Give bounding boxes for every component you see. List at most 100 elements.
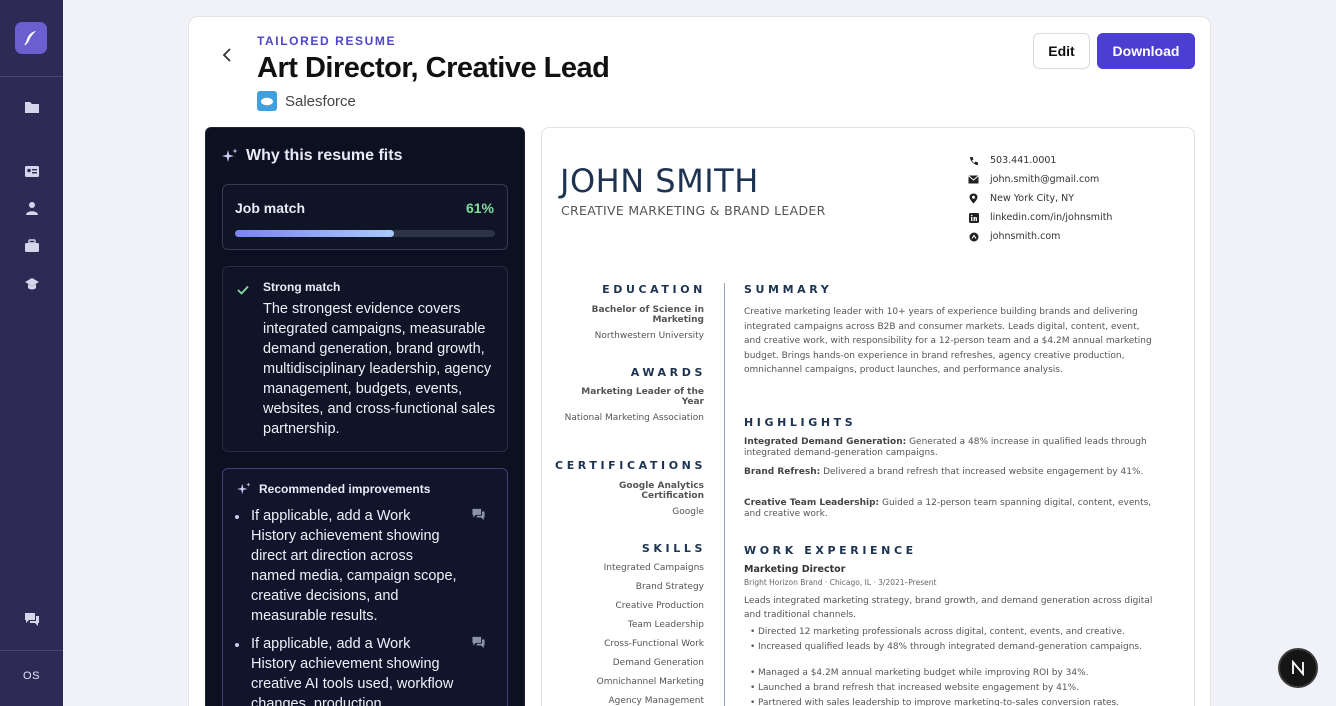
feedback-icon[interactable] <box>471 508 486 521</box>
job-summary: Leads integrated marketing strategy, bra… <box>744 596 1153 620</box>
contact-linkedin: linkedin.com/in/johnsmith <box>968 212 1112 223</box>
certification: Google Analytics Certification <box>619 481 704 501</box>
page-eyebrow: TAILORED RESUME <box>257 34 397 48</box>
column-divider <box>724 283 725 706</box>
summary-heading: SUMMARY <box>744 283 833 296</box>
job-bullet: Partnered with sales leadership to impro… <box>750 698 1154 706</box>
highlight-item: Brand Refresh: Delivered a brand refresh… <box>744 467 1154 478</box>
phone-text: 503.441.0001 <box>990 155 1057 166</box>
award: Marketing Leader of the Year <box>581 387 704 407</box>
highlight-label: Brand Refresh: <box>744 467 821 477</box>
job-bullet: Launched a brand refresh that increased … <box>750 683 1154 694</box>
quill-icon <box>24 31 36 46</box>
fit-title-text: Why this resume fits <box>246 147 403 164</box>
skill-item: Demand Generation <box>612 658 704 668</box>
website-text: johnsmith.com <box>990 231 1061 242</box>
strong-match-card: Strong match The strongest evidence cove… <box>222 266 508 452</box>
sidebar-divider <box>0 76 63 77</box>
sparkles-icon <box>222 148 238 162</box>
job-bullet: Managed a $4.2M annual marketing budget … <box>750 668 1154 679</box>
location-text: New York City, NY <box>990 193 1075 204</box>
mail-icon <box>968 174 979 185</box>
highlight-label: Integrated Demand Generation: <box>744 437 907 447</box>
job-bullet: Directed 12 marketing professionals acro… <box>750 627 1154 638</box>
feedback-icon[interactable] <box>471 636 486 649</box>
education-heading: EDUCATION <box>602 283 706 296</box>
contact-phone: 503.441.0001 <box>968 155 1056 166</box>
back-button[interactable] <box>216 44 238 66</box>
map-pin-icon <box>968 193 979 204</box>
salesforce-logo-icon <box>257 91 277 111</box>
school: Northwestern University <box>594 331 704 341</box>
summary-text: Creative marketing leader with 10+ years… <box>744 307 1152 375</box>
job-title: Marketing Director <box>744 564 846 575</box>
page-title: Art Director, Creative Lead <box>257 52 610 84</box>
skills-heading: SKILLS <box>641 542 706 555</box>
skill-item: Integrated Campaigns <box>603 563 704 573</box>
resume-role: CREATIVE MARKETING & BRAND LEADER <box>561 203 826 218</box>
skill-item: Omnichannel Marketing <box>596 677 704 687</box>
sparkles-icon <box>237 482 251 495</box>
user-icon[interactable] <box>22 198 42 218</box>
sidebar-divider <box>0 650 63 651</box>
company-name: Salesforce <box>285 92 356 110</box>
bullet <box>235 515 239 519</box>
email-text: john.smith@gmail.com <box>990 174 1100 185</box>
recommendation-text: If applicable, add a Work History achiev… <box>251 636 454 706</box>
check-icon <box>237 285 249 295</box>
briefcase-icon[interactable] <box>22 236 42 256</box>
linkedin-text: linkedin.com/in/johnsmith <box>990 212 1113 223</box>
recommendation-text: If applicable, add a Work History achiev… <box>251 508 457 624</box>
sidebar: OS <box>0 0 63 706</box>
certifications-heading: CERTIFICATIONS <box>555 459 706 472</box>
recommendations-title: Recommended improvements <box>237 482 430 496</box>
chevron-left-icon <box>222 48 231 62</box>
highlight-item: Integrated Demand Generation: Generated … <box>744 437 1154 459</box>
feedback-icon[interactable] <box>22 609 42 629</box>
awards-heading: AWARDS <box>630 366 706 379</box>
resume-name: JOHN SMITH <box>560 162 759 200</box>
app-logo[interactable] <box>15 22 47 54</box>
cert-org: Google <box>672 507 704 517</box>
phone-icon <box>968 155 979 166</box>
assistant-fab[interactable] <box>1278 648 1318 688</box>
job-match-progress-fill <box>235 230 394 237</box>
strong-match-text: The strongest evidence covers integrated… <box>263 301 496 437</box>
highlights-heading: HIGHLIGHTS <box>744 416 857 429</box>
n-logo-icon <box>1292 660 1304 676</box>
download-button[interactable]: Download <box>1097 33 1195 69</box>
folder-icon[interactable] <box>22 97 42 117</box>
recommendations-title-text: Recommended improvements <box>259 482 431 496</box>
contact-website: johnsmith.com <box>968 231 1060 242</box>
linkedin-icon <box>968 212 979 223</box>
skill-item: Brand Strategy <box>635 582 704 592</box>
bullet <box>235 643 239 647</box>
job-match-card: Job match 61% <box>222 184 508 250</box>
degree: Bachelor of Science in Marketing <box>591 305 704 325</box>
highlight-item: Creative Team Leadership: Guided a 12-pe… <box>744 498 1154 520</box>
id-card-icon[interactable] <box>22 161 42 181</box>
workspace-switcher[interactable]: OS <box>0 670 63 682</box>
graduation-cap-icon[interactable] <box>22 274 42 294</box>
contact-email: john.smith@gmail.com <box>968 174 1099 185</box>
highlight-text: Delivered a brand refresh that increased… <box>820 467 1144 477</box>
strong-match-title: Strong match <box>263 280 341 294</box>
job-bullet: Increased qualified leads by 48% through… <box>750 642 1154 653</box>
company-tag: Salesforce <box>257 91 356 111</box>
skill-item: Creative Production <box>615 601 704 611</box>
work-experience-heading: WORK EXPERIENCE <box>744 544 917 557</box>
highlight-label: Creative Team Leadership: <box>744 498 880 508</box>
skill-item: Cross-Functional Work <box>604 639 704 649</box>
job-match-progress <box>235 230 495 237</box>
fit-panel-title: Why this resume fits <box>222 147 402 165</box>
award-org: National Marketing Association <box>564 413 704 423</box>
globe-icon <box>968 231 979 242</box>
contact-location: New York City, NY <box>968 193 1074 204</box>
recommendations-card: Recommended improvements If applicable, … <box>222 468 508 706</box>
skill-item: Agency Management <box>608 696 704 706</box>
job-match-percent: 61% <box>465 200 494 216</box>
job-meta: Bright Horizon Brand · Chicago, IL · 3/2… <box>744 578 937 587</box>
skill-item: Team Leadership <box>627 620 704 630</box>
job-match-label: Job match <box>235 200 306 216</box>
edit-button[interactable]: Edit <box>1033 33 1090 69</box>
